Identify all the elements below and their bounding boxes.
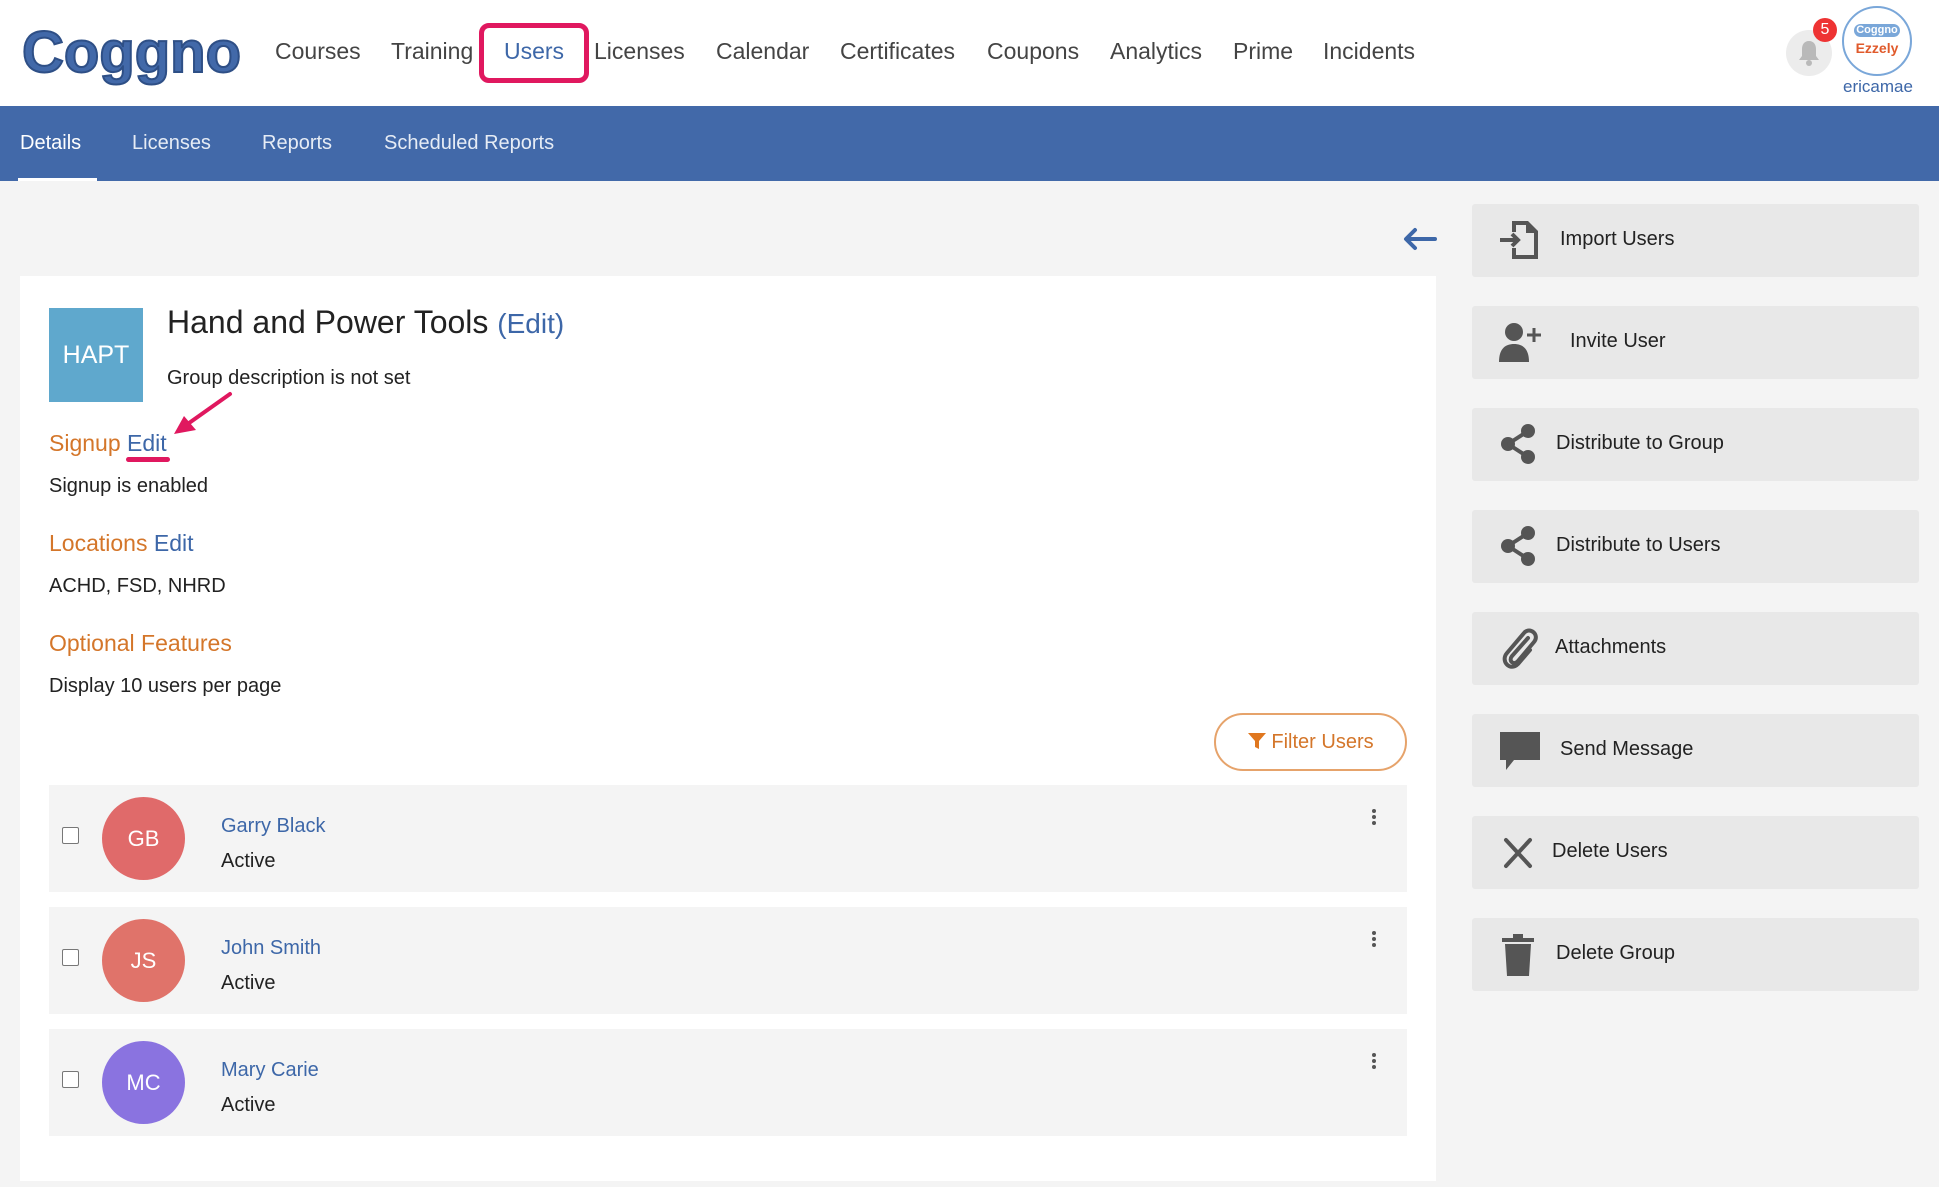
user-checkbox[interactable] bbox=[62, 827, 79, 844]
filter-users-label: Filter Users bbox=[1271, 731, 1374, 753]
more-options-icon[interactable] bbox=[1369, 807, 1379, 831]
delete-group-label: Delete Group bbox=[1556, 942, 1675, 964]
filter-icon bbox=[1248, 733, 1267, 749]
invite-user-label: Invite User bbox=[1570, 330, 1666, 352]
trash-icon bbox=[1502, 934, 1534, 976]
org-logo-bottom: Ezzely bbox=[1855, 40, 1899, 56]
table-row[interactable]: GB Garry Black Active bbox=[49, 785, 1407, 892]
user-avatar: JS bbox=[102, 919, 185, 1002]
delete-users-label: Delete Users bbox=[1552, 840, 1668, 862]
send-message-button[interactable]: Send Message bbox=[1472, 714, 1919, 787]
user-name-link[interactable]: Mary Carie bbox=[221, 1059, 319, 1082]
group-edit-link[interactable]: (Edit) bbox=[497, 308, 564, 339]
nav-analytics[interactable]: Analytics bbox=[1110, 38, 1202, 65]
filter-users-button[interactable]: Filter Users bbox=[1214, 713, 1407, 771]
import-users-label: Import Users bbox=[1560, 228, 1675, 250]
user-status: Active bbox=[221, 850, 276, 872]
send-message-label: Send Message bbox=[1560, 738, 1694, 760]
tab-reports[interactable]: Reports bbox=[262, 132, 332, 155]
signup-edit-underline bbox=[126, 457, 170, 462]
nav-prime[interactable]: Prime bbox=[1233, 38, 1293, 65]
pointer-arrow-icon bbox=[174, 392, 232, 434]
signup-title: Signup bbox=[49, 430, 121, 456]
distribute-to-group-button[interactable]: Distribute to Group bbox=[1472, 408, 1919, 481]
nav-courses[interactable]: Courses bbox=[275, 38, 361, 65]
tab-scheduled-reports[interactable]: Scheduled Reports bbox=[384, 132, 554, 155]
locations-list: ACHD, FSD, NHRD bbox=[49, 575, 226, 597]
add-user-icon bbox=[1499, 323, 1541, 362]
nav-incidents[interactable]: Incidents bbox=[1323, 38, 1415, 65]
user-status: Active bbox=[221, 1094, 276, 1116]
sub-nav: Details Licenses Reports Scheduled Repor… bbox=[0, 106, 1939, 181]
users-nav-highlight bbox=[479, 23, 589, 83]
group-title: Hand and Power Tools (Edit) bbox=[167, 304, 564, 341]
nav-certificates[interactable]: Certificates bbox=[840, 38, 955, 65]
import-users-button[interactable]: Import Users bbox=[1472, 204, 1919, 277]
top-navbar: Coggno Courses Training Users Licenses C… bbox=[0, 0, 1939, 106]
nav-licenses[interactable]: Licenses bbox=[594, 38, 685, 65]
notification-badge: 5 bbox=[1813, 18, 1837, 42]
paperclip-icon bbox=[1502, 628, 1538, 669]
bell-icon bbox=[1799, 41, 1819, 66]
delete-group-button[interactable]: Delete Group bbox=[1472, 918, 1919, 991]
distribute-to-group-label: Distribute to Group bbox=[1556, 432, 1724, 454]
signup-edit-link[interactable]: Edit bbox=[127, 430, 167, 456]
org-logo-top: Coggno bbox=[1854, 24, 1900, 37]
locations-edit-link[interactable]: Edit bbox=[154, 530, 194, 556]
svg-text:Coggno: Coggno bbox=[22, 20, 241, 85]
group-avatar: HAPT bbox=[49, 308, 143, 402]
user-status: Active bbox=[221, 972, 276, 994]
invite-user-button[interactable]: Invite User bbox=[1472, 306, 1919, 379]
import-icon bbox=[1500, 221, 1538, 259]
table-row[interactable]: JS John Smith Active bbox=[49, 907, 1407, 1014]
distribute-to-users-button[interactable]: Distribute to Users bbox=[1472, 510, 1919, 583]
active-tab-indicator bbox=[18, 178, 97, 181]
table-row[interactable]: MC Mary Carie Active bbox=[49, 1029, 1407, 1136]
user-name-link[interactable]: John Smith bbox=[221, 937, 321, 960]
brand-logo[interactable]: Coggno bbox=[18, 18, 243, 88]
tab-details[interactable]: Details bbox=[20, 132, 81, 155]
attachments-label: Attachments bbox=[1555, 636, 1667, 658]
close-icon bbox=[1504, 838, 1532, 868]
locations-section-title: Locations Edit bbox=[49, 530, 194, 557]
nav-calendar[interactable]: Calendar bbox=[716, 38, 809, 65]
user-name-link[interactable]: Garry Black bbox=[221, 815, 325, 838]
username[interactable]: ericamae bbox=[1838, 77, 1918, 97]
signup-section-title: Signup Edit bbox=[49, 430, 167, 457]
nav-coupons[interactable]: Coupons bbox=[987, 38, 1079, 65]
user-avatar: GB bbox=[102, 797, 185, 880]
back-arrow-icon[interactable] bbox=[1402, 226, 1438, 252]
more-options-icon[interactable] bbox=[1369, 1051, 1379, 1075]
org-avatar[interactable]: Coggno Ezzely bbox=[1842, 6, 1912, 76]
group-name: Hand and Power Tools bbox=[167, 304, 489, 340]
more-options-icon[interactable] bbox=[1369, 929, 1379, 953]
locations-title: Locations bbox=[49, 530, 148, 556]
attachments-button[interactable]: Attachments bbox=[1472, 612, 1919, 685]
tab-licenses[interactable]: Licenses bbox=[132, 132, 211, 155]
optional-features-title: Optional Features bbox=[49, 630, 232, 656]
delete-users-button[interactable]: Delete Users bbox=[1472, 816, 1919, 889]
share-icon bbox=[1501, 526, 1535, 566]
user-checkbox[interactable] bbox=[62, 949, 79, 966]
optional-features-text: Display 10 users per page bbox=[49, 675, 282, 697]
share-icon bbox=[1501, 424, 1535, 464]
user-avatar: MC bbox=[102, 1041, 185, 1124]
user-checkbox[interactable] bbox=[62, 1071, 79, 1088]
message-icon bbox=[1500, 732, 1540, 770]
nav-training[interactable]: Training bbox=[391, 38, 473, 65]
group-description: Group description is not set bbox=[167, 367, 411, 389]
signup-status: Signup is enabled bbox=[49, 475, 209, 497]
distribute-to-users-label: Distribute to Users bbox=[1556, 534, 1721, 556]
